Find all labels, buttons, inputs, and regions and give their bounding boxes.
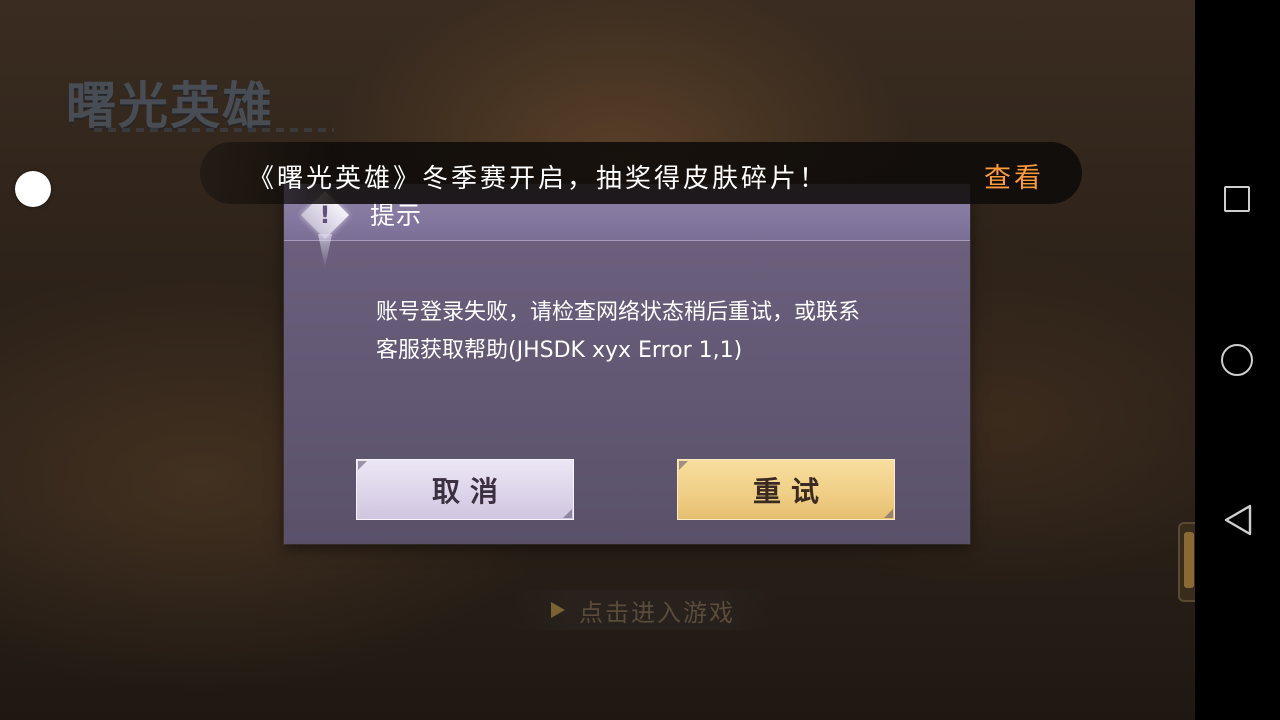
announcement-text: 《曙光英雄》冬季赛开启，抽奖得皮肤碎片！: [248, 164, 829, 194]
error-dialog: ! 提示 账号登录失败，请检查网络状态稍后重试，或联系 客服获取帮助(JHSDK…: [284, 184, 970, 544]
retry-button[interactable]: 重试: [677, 459, 895, 520]
cancel-button[interactable]: 取消: [356, 459, 574, 520]
dialog-message: 账号登录失败，请检查网络状态稍后重试，或联系 客服获取帮助(JHSDK xyx …: [376, 294, 896, 370]
warning-badge-tail: [318, 234, 332, 268]
logo-subtitle-decoration: [94, 128, 334, 132]
cancel-button-label: 取消: [431, 474, 508, 508]
enter-game-label: 点击进入游戏: [579, 598, 735, 627]
retry-button-label: 重试: [752, 474, 829, 508]
recents-square-icon[interactable]: [1224, 186, 1250, 212]
dialog-message-line-2: 客服获取帮助(JHSDK xyx Error 1,1): [376, 338, 743, 363]
home-circle-icon[interactable]: [1221, 344, 1253, 376]
announcement-view-link[interactable]: 查看: [984, 156, 1044, 195]
floating-assistive-button[interactable]: [15, 171, 51, 207]
enter-game-button[interactable]: 点击进入游戏: [514, 590, 772, 630]
side-drawer-handle: [1184, 532, 1194, 588]
side-drawer-tab[interactable]: [1178, 522, 1195, 602]
back-triangle-icon[interactable]: [1222, 503, 1254, 537]
dialog-message-line-1: 账号登录失败，请检查网络状态稍后重试，或联系: [376, 300, 861, 325]
announcement-banner: 《曙光英雄》冬季赛开启，抽奖得皮肤碎片！ 查看: [200, 142, 1082, 204]
play-arrow-icon: [551, 602, 565, 618]
